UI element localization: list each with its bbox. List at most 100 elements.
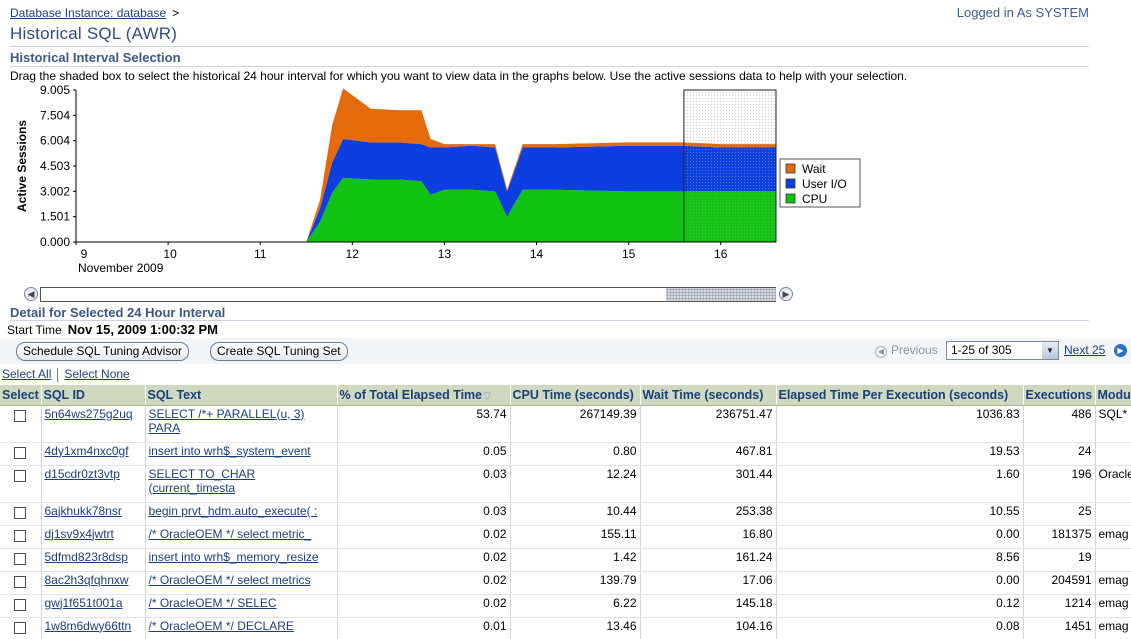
- pct-elapsed-cell: 0.02: [337, 548, 511, 572]
- table-row: 5n64ws275g2uq SELECT /*+ PARALLEL(u, 3) P…: [0, 405, 1131, 443]
- sql-text-link[interactable]: insert into wrh$_system_event: [145, 442, 338, 466]
- checkbox[interactable]: [14, 552, 27, 565]
- sql-id-link[interactable]: 4dy1xm4nxc0gf: [41, 442, 146, 466]
- elapsed-per-exec-cell: 0.08: [776, 617, 1024, 639]
- table-row: 5dfmd823r8dsp insert into wrh$_memory_res…: [0, 548, 1131, 572]
- sql-text-value[interactable]: /* OracleOEM */ select metric_: [149, 527, 312, 541]
- table-row: 6ajkhukk78nsr begin prvt_hdm.auto_execute…: [0, 502, 1131, 526]
- sql-text-value[interactable]: insert into wrh$_system_event: [149, 444, 311, 458]
- next-page-link[interactable]: Next 25: [1064, 343, 1105, 357]
- executions-cell: 19: [1023, 548, 1096, 572]
- detail-section-divider: [10, 320, 1089, 321]
- interval-section-heading: Historical Interval Selection: [10, 50, 181, 65]
- row-select-checkbox[interactable]: [0, 465, 42, 503]
- col-header-cpu-time[interactable]: CPU Time (seconds): [510, 385, 641, 406]
- executions-cell: 24: [1023, 442, 1096, 466]
- interval-scroller[interactable]: ◀ ▶: [24, 287, 794, 303]
- scroll-right-icon[interactable]: ▶: [779, 287, 793, 301]
- sql-id-link[interactable]: dj1sv9x4jwtrt: [41, 525, 146, 549]
- schedule-sql-tuning-advisor-button[interactable]: Schedule SQL Tuning Advisor: [16, 342, 189, 361]
- row-select-checkbox[interactable]: [0, 502, 42, 526]
- select-all-link[interactable]: Select All: [2, 367, 51, 381]
- checkbox[interactable]: [14, 598, 27, 611]
- row-select-checkbox[interactable]: [0, 548, 42, 572]
- checkbox[interactable]: [14, 529, 27, 542]
- sql-text-link[interactable]: SELECT TO_CHAR (current_timesta: [145, 465, 338, 503]
- wait-time-cell: 236751.47: [640, 405, 777, 443]
- sql-id-link[interactable]: 8ac2h3qfqhnxw: [41, 571, 146, 595]
- sql-id-link[interactable]: 5n64ws275g2uq: [41, 405, 146, 443]
- next-icon[interactable]: ▶: [1114, 344, 1127, 357]
- sql-id-link[interactable]: gwj1f651t001a: [41, 594, 146, 618]
- detail-section-heading: Detail for Selected 24 Hour Interval: [10, 305, 226, 320]
- col-header-sql-id[interactable]: SQL ID: [41, 385, 146, 406]
- scroll-thumb[interactable]: [666, 288, 776, 301]
- elapsed-per-exec-cell: 10.55: [776, 502, 1024, 526]
- sql-text-link[interactable]: begin prvt_hdm.auto_execute( :: [145, 502, 338, 526]
- col-header-sql-text[interactable]: SQL Text: [145, 385, 338, 406]
- col-header-module[interactable]: Modu: [1095, 385, 1131, 406]
- y-tick-label: 7.504: [40, 108, 70, 122]
- sql-text-value[interactable]: /* OracleOEM */ DECLARE: [149, 619, 294, 633]
- cpu-time-cell: 267149.39: [510, 405, 641, 443]
- breadcrumb-link-database-instance[interactable]: Database Instance: database: [10, 6, 166, 20]
- sql-text-value[interactable]: SELECT TO_CHAR (current_timesta: [149, 467, 256, 495]
- sql-text-value[interactable]: /* OracleOEM */ SELEC: [149, 596, 277, 610]
- col-header-pct-elapsed[interactable]: % of Total Elapsed Time▽: [337, 385, 511, 406]
- col-header-elapsed-per-exec[interactable]: Elapsed Time Per Execution (seconds): [776, 385, 1024, 406]
- checkbox[interactable]: [14, 409, 27, 422]
- row-select-checkbox[interactable]: [0, 571, 42, 595]
- chevron-down-icon[interactable]: ▼: [1042, 342, 1058, 359]
- checkbox[interactable]: [14, 575, 27, 588]
- sql-text-link[interactable]: /* OracleOEM */ select metric_: [145, 525, 338, 549]
- y-tick-label: 0.000: [40, 235, 70, 249]
- sql-id-link[interactable]: 6ajkhukk78nsr: [41, 502, 146, 526]
- module-cell: emag: [1095, 525, 1131, 549]
- page-range-select[interactable]: 1-25 of 305 ▼: [946, 341, 1059, 360]
- sql-text-link[interactable]: insert into wrh$_memory_resize: [145, 548, 338, 572]
- executions-cell: 486: [1023, 405, 1096, 443]
- pct-elapsed-cell: 0.02: [337, 525, 511, 549]
- checkbox[interactable]: [14, 621, 27, 634]
- sql-text-link[interactable]: /* OracleOEM */ select metrics: [145, 571, 338, 595]
- scroll-left-icon[interactable]: ◀: [24, 287, 38, 301]
- x-tick-label: 11: [254, 247, 267, 261]
- wait-time-cell: 161.24: [640, 548, 777, 572]
- sql-text-value[interactable]: insert into wrh$_memory_resize: [149, 550, 319, 564]
- select-none-link[interactable]: Select None: [64, 367, 129, 381]
- sql-id-link[interactable]: 1w8m6dwy66ttn: [41, 617, 146, 639]
- sql-text-value[interactable]: SELECT /*+ PARALLEL(u, 3) PARA: [149, 407, 305, 435]
- sql-text-value[interactable]: /* OracleOEM */ select metrics: [149, 573, 311, 587]
- row-select-checkbox[interactable]: [0, 442, 42, 466]
- y-axis-label: Active Sessions: [15, 120, 29, 212]
- create-sql-tuning-set-button[interactable]: Create SQL Tuning Set: [210, 342, 348, 361]
- checkbox[interactable]: [14, 446, 27, 459]
- checkbox[interactable]: [14, 469, 27, 482]
- sql-id-link[interactable]: 5dfmd823r8dsp: [41, 548, 146, 572]
- pct-elapsed-cell: 0.02: [337, 594, 511, 618]
- elapsed-per-exec-cell: 19.53: [776, 442, 1024, 466]
- col-header-executions[interactable]: Executions: [1023, 385, 1096, 406]
- sql-text-value[interactable]: begin prvt_hdm.auto_execute( :: [149, 504, 318, 518]
- wait-time-cell: 145.18: [640, 594, 777, 618]
- sql-text-link[interactable]: /* OracleOEM */ DECLARE: [145, 617, 338, 639]
- sql-text-link[interactable]: SELECT /*+ PARALLEL(u, 3) PARA: [145, 405, 338, 443]
- row-select-checkbox[interactable]: [0, 617, 42, 639]
- start-time: Start Time Nov 15, 2009 1:00:32 PM: [7, 322, 218, 337]
- checkbox[interactable]: [14, 506, 27, 519]
- elapsed-per-exec-cell: 0.00: [776, 525, 1024, 549]
- page-title: Historical SQL (AWR): [10, 24, 178, 43]
- row-select-checkbox[interactable]: [0, 594, 42, 618]
- table-header-row: Select SQL ID SQL Text % of Total Elapse…: [0, 385, 1131, 406]
- previous-link: ◀ Previous: [875, 343, 938, 358]
- sql-text-link[interactable]: /* OracleOEM */ SELEC: [145, 594, 338, 618]
- col-header-wait-time[interactable]: Wait Time (seconds): [640, 385, 777, 406]
- previous-icon: ◀: [875, 346, 887, 358]
- wait-time-cell: 17.06: [640, 571, 777, 595]
- row-select-checkbox[interactable]: [0, 405, 42, 443]
- row-select-checkbox[interactable]: [0, 525, 42, 549]
- sql-id-link[interactable]: d15cdr0zt3vtp: [41, 465, 146, 503]
- cpu-time-cell: 10.44: [510, 502, 641, 526]
- scroll-track[interactable]: [40, 287, 776, 302]
- elapsed-per-exec-cell: 8.56: [776, 548, 1024, 572]
